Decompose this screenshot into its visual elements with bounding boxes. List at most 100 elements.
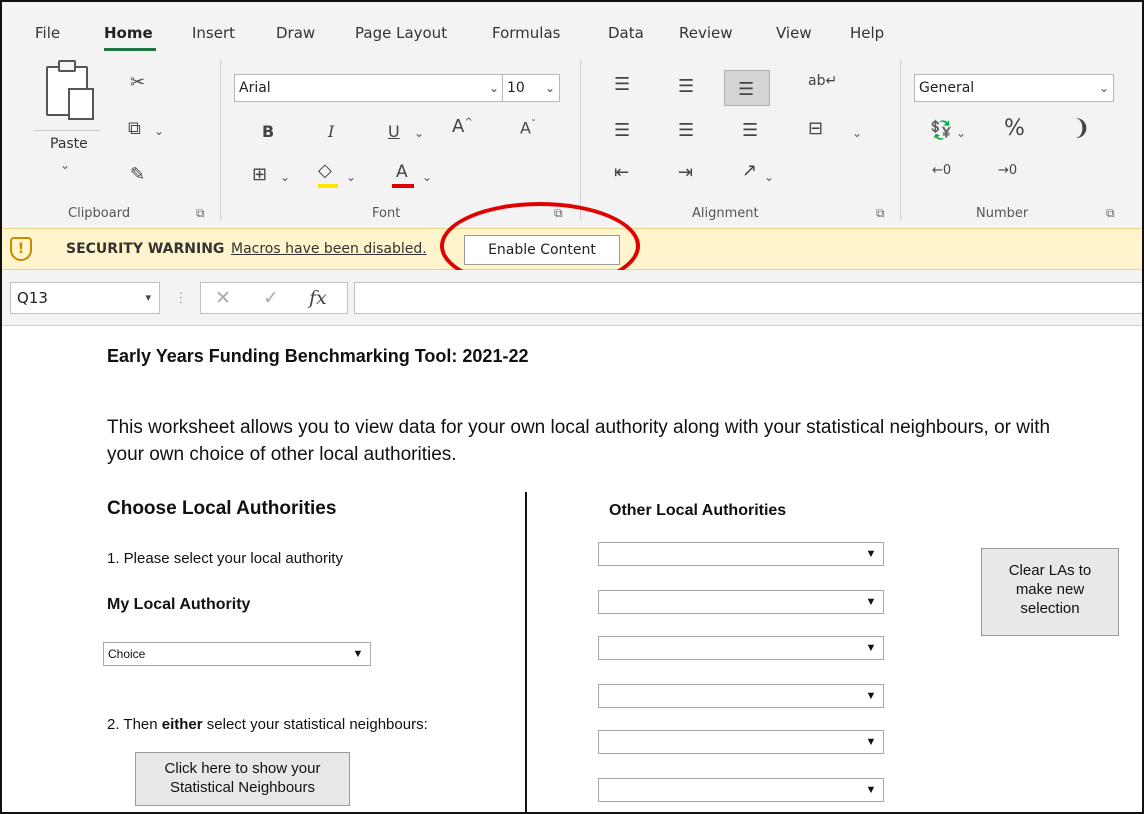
align-bottom-icon: ☰: [738, 79, 755, 100]
font-size-select[interactable]: 10 ⌄: [502, 74, 560, 102]
font-color-icon[interactable]: A: [396, 164, 408, 181]
fill-color-icon[interactable]: ◇: [318, 162, 332, 180]
formula-input[interactable]: [354, 282, 1142, 314]
ribbon-separator: [220, 60, 221, 220]
accounting-format-icon[interactable]: 💱: [930, 122, 952, 140]
step2-text-post: select your statistical neighbours:: [202, 716, 428, 733]
copy-dropdown-chevron-icon[interactable]: ⌄: [154, 124, 164, 138]
combo-arrow-icon: ▼: [865, 736, 877, 748]
combo-arrow-icon: ▼: [865, 548, 877, 560]
italic-icon[interactable]: I: [328, 124, 334, 140]
align-top-icon[interactable]: ☰: [614, 76, 630, 94]
decrease-decimal-icon[interactable]: →0: [998, 164, 1017, 177]
accounting-dropdown-chevron-icon[interactable]: ⌄: [956, 126, 966, 140]
macros-disabled-link[interactable]: Macros have been disabled.: [231, 241, 427, 257]
column-divider: [525, 492, 527, 812]
step2-text-bold: either: [161, 716, 203, 733]
increase-decimal-icon[interactable]: ←0: [932, 164, 951, 177]
ribbon-separator: [900, 60, 901, 220]
align-right-icon[interactable]: ☰: [742, 122, 758, 140]
number-format-value: General: [919, 80, 975, 96]
tab-formulas[interactable]: Formulas: [492, 24, 560, 42]
formula-bar-buttons: ✕ ✓ fx: [200, 282, 348, 314]
font-color-bar: [392, 184, 414, 188]
my-la-combo[interactable]: Choice ▼: [103, 642, 371, 666]
increase-indent-icon[interactable]: ⇥: [678, 164, 693, 182]
comma-style-icon[interactable]: ❩: [1072, 118, 1090, 140]
decrease-font-size-icon[interactable]: Aˇ: [520, 120, 536, 136]
tab-page-layout[interactable]: Page Layout: [355, 24, 447, 42]
tab-review[interactable]: Review: [679, 24, 733, 42]
tab-help[interactable]: Help: [850, 24, 884, 42]
other-la-combo-6[interactable]: ▼: [598, 778, 884, 802]
formula-bar-grip-icon[interactable]: ⋮: [174, 290, 188, 306]
number-launcher-icon[interactable]: ⧉: [1106, 206, 1115, 221]
decrease-indent-icon[interactable]: ⇤: [614, 164, 629, 182]
tab-draw[interactable]: Draw: [276, 24, 315, 42]
format-painter-icon[interactable]: ✎: [130, 166, 145, 184]
bold-icon[interactable]: B: [262, 124, 274, 140]
name-box-value: Q13: [17, 289, 48, 307]
excel-window: File Home Insert Draw Page Layout Formul…: [0, 0, 1144, 814]
font-name-value: Arial: [239, 80, 271, 96]
cut-icon[interactable]: ✂: [130, 74, 145, 92]
align-center-icon[interactable]: ☰: [678, 122, 694, 140]
name-box[interactable]: Q13 ▾: [10, 282, 160, 314]
underline-dropdown-chevron-icon[interactable]: ⌄: [414, 126, 424, 140]
copy-icon[interactable]: ⧉: [128, 120, 141, 138]
other-las-heading: Other Local Authorities: [609, 502, 787, 519]
paste-divider: [34, 130, 100, 131]
combo-arrow-icon: ▼: [865, 690, 877, 702]
paper-icon: [68, 88, 94, 120]
alignment-launcher-icon[interactable]: ⧉: [876, 206, 885, 221]
shield-warning-icon: !: [10, 237, 32, 261]
merge-center-icon[interactable]: ⊟: [808, 120, 823, 138]
cancel-icon[interactable]: ✕: [215, 287, 231, 309]
paste-label[interactable]: Paste: [50, 136, 88, 152]
clipboard-launcher-icon[interactable]: ⧉: [196, 206, 205, 221]
font-name-select[interactable]: Arial ⌄: [234, 74, 504, 102]
combo-arrow-icon: ▼: [865, 596, 877, 608]
show-neighbours-button[interactable]: Click here to show your Statistical Neig…: [135, 752, 350, 806]
align-bottom-button[interactable]: ☰: [724, 70, 770, 106]
font-size-value: 10: [507, 80, 525, 96]
other-la-combo-5[interactable]: ▼: [598, 730, 884, 754]
tab-data[interactable]: Data: [608, 24, 644, 42]
sheet-description: This worksheet allows you to view data f…: [107, 417, 1051, 465]
align-left-icon[interactable]: ☰: [614, 122, 630, 140]
choose-las-heading: Choose Local Authorities: [107, 498, 337, 519]
paste-dropdown-chevron-icon[interactable]: ⌄: [60, 158, 70, 172]
alignment-group-label: Alignment: [692, 206, 759, 221]
tab-file[interactable]: File: [35, 24, 60, 42]
enter-icon[interactable]: ✓: [263, 287, 279, 309]
chevron-down-icon: ⌄: [544, 81, 555, 95]
number-format-select[interactable]: General ⌄: [914, 74, 1114, 102]
align-middle-icon[interactable]: ☰: [678, 78, 694, 96]
font-color-dropdown-chevron-icon[interactable]: ⌄: [422, 170, 432, 184]
underline-icon[interactable]: U: [388, 124, 400, 140]
insert-function-icon[interactable]: fx: [309, 287, 327, 309]
tab-view[interactable]: View: [776, 24, 812, 42]
other-la-combo-4[interactable]: ▼: [598, 684, 884, 708]
other-la-combo-1[interactable]: ▼: [598, 542, 884, 566]
tab-insert[interactable]: Insert: [192, 24, 235, 42]
merge-dropdown-chevron-icon[interactable]: ⌄: [852, 126, 862, 140]
chevron-down-icon: ⌄: [488, 81, 499, 95]
step2-instruction: 2. Then either select your statistical n…: [107, 716, 428, 733]
formula-bar: Q13 ▾ ⋮ ✕ ✓ fx: [2, 270, 1142, 326]
borders-dropdown-chevron-icon[interactable]: ⌄: [280, 170, 290, 184]
orientation-dropdown-chevron-icon[interactable]: ⌄: [764, 170, 774, 184]
step1-instruction: 1. Please select your local authority: [107, 550, 343, 567]
other-la-combo-3[interactable]: ▼: [598, 636, 884, 660]
wrap-text-icon[interactable]: ab↵: [808, 74, 837, 88]
other-la-combo-2[interactable]: ▼: [598, 590, 884, 614]
tab-home[interactable]: Home: [104, 24, 153, 42]
borders-icon[interactable]: ⊞: [252, 166, 267, 184]
percent-style-icon[interactable]: %: [1004, 118, 1025, 140]
increase-font-size-icon[interactable]: A^: [452, 118, 473, 136]
clear-las-button[interactable]: Clear LAs to make new selection: [981, 548, 1119, 636]
chevron-down-icon: ▾: [145, 291, 151, 304]
page-title: Early Years Funding Benchmarking Tool: 2…: [107, 346, 529, 366]
orientation-icon[interactable]: ↗: [742, 162, 757, 180]
fill-color-dropdown-chevron-icon[interactable]: ⌄: [346, 170, 356, 184]
